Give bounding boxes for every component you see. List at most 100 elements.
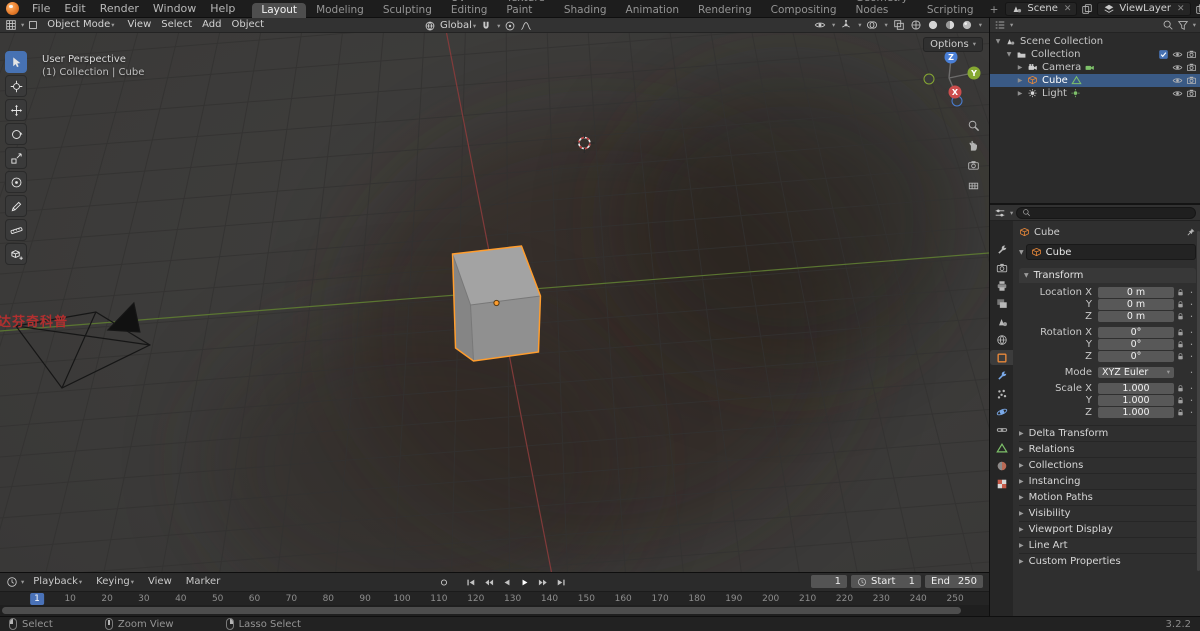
camera-view-icon[interactable] — [967, 159, 980, 172]
new-scene-icon[interactable] — [1081, 3, 1093, 15]
navigation-gizmo[interactable]: Z Y X — [919, 46, 987, 114]
jump-to-start-button[interactable] — [463, 576, 478, 588]
shading-wireframe-icon[interactable] — [910, 19, 922, 31]
search-icon[interactable] — [1162, 19, 1174, 31]
tool-rotate[interactable] — [5, 123, 27, 145]
expand-icon[interactable]: ▼ — [994, 38, 1002, 45]
shading-rendered-icon[interactable] — [961, 19, 973, 31]
outliner-row-collection[interactable]: ▼ Collection — [990, 48, 1200, 61]
animate-dot-icon[interactable]: · — [1187, 327, 1196, 338]
frame-start-field[interactable]: Start 1 — [851, 575, 921, 588]
jump-to-end-button[interactable] — [553, 576, 568, 588]
tool-measure[interactable] — [5, 219, 27, 241]
panel-relations[interactable]: ▶ Relations — [1019, 441, 1196, 457]
outliner-row-camera[interactable]: ▶ Camera — [990, 61, 1200, 74]
unlink-scene-icon[interactable]: ✕ — [1064, 4, 1072, 14]
snap-magnet-icon[interactable] — [480, 20, 492, 32]
properties-tab-view-layer[interactable] — [990, 296, 1013, 311]
transform-y-field[interactable]: 0 m — [1098, 299, 1174, 310]
blender-logo-icon[interactable] — [6, 2, 19, 15]
properties-tab-object[interactable] — [990, 350, 1013, 365]
animate-dot-icon[interactable]: · — [1187, 287, 1196, 298]
animate-dot-icon[interactable]: · — [1187, 407, 1196, 418]
transform-location-x-field[interactable]: 0 m — [1098, 287, 1174, 298]
disable-in-renders-icon[interactable] — [1186, 88, 1197, 99]
view-layer-selector[interactable]: ViewLayer ✕ — [1097, 1, 1191, 16]
hide-in-viewport-eye-icon[interactable] — [1172, 62, 1183, 73]
lock-icon[interactable] — [1174, 408, 1187, 417]
panel-delta-transform[interactable]: ▶ Delta Transform — [1019, 425, 1196, 441]
timeline-menu-view[interactable]: View — [141, 574, 179, 590]
scene-selector[interactable]: Scene ✕ — [1005, 1, 1078, 16]
tool-scale[interactable] — [5, 147, 27, 169]
pan-hand-icon[interactable] — [967, 139, 980, 152]
gizmos-icon[interactable] — [840, 19, 852, 31]
transform-orientation-selector[interactable]: Global▾ — [440, 20, 476, 31]
tool-transform[interactable] — [5, 171, 27, 193]
frame-end-field[interactable]: End 250 — [925, 575, 983, 588]
outliner-row-cube[interactable]: ▶ Cube — [990, 74, 1200, 87]
editor-type-icon[interactable] — [6, 576, 18, 588]
play-backwards-button[interactable] — [499, 576, 514, 588]
workspace-tab-texture-paint[interactable]: Texture Paint — [497, 0, 553, 18]
hide-in-viewport-eye-icon[interactable] — [1172, 75, 1183, 86]
menu-file[interactable]: File — [25, 2, 57, 15]
chevron-down-icon[interactable]: ▾ — [979, 21, 982, 29]
axis-y-negative-ball[interactable] — [923, 73, 935, 85]
properties-tab-constraints[interactable] — [990, 422, 1013, 437]
expand-icon[interactable]: ▼ — [1005, 51, 1013, 58]
properties-tab-world[interactable] — [990, 332, 1013, 347]
workspace-tab-rendering[interactable]: Rendering — [689, 3, 761, 18]
disable-in-renders-icon[interactable] — [1186, 62, 1197, 73]
animate-dot-icon[interactable]: · — [1187, 367, 1196, 378]
viewport-canvas[interactable]: User Perspective (1) Collection | Cube 达… — [0, 33, 989, 572]
lock-icon[interactable] — [1174, 352, 1187, 361]
panel-visibility[interactable]: ▶ Visibility — [1019, 505, 1196, 521]
panel-instancing[interactable]: ▶ Instancing — [1019, 473, 1196, 489]
expand-icon[interactable]: ▼ — [1019, 249, 1024, 256]
panel-viewport-display[interactable]: ▶ Viewport Display — [1019, 521, 1196, 537]
timeline-scrollbar[interactable] — [0, 605, 989, 616]
properties-search-input[interactable] — [1016, 206, 1196, 219]
outliner-row-scene-collection[interactable]: ▼ Scene Collection — [990, 35, 1200, 48]
current-frame-marker[interactable]: 1 — [30, 593, 44, 605]
expand-icon[interactable]: ▶ — [1016, 90, 1024, 97]
jump-to-prev-keyframe-button[interactable] — [481, 576, 496, 588]
lock-icon[interactable] — [1174, 340, 1187, 349]
properties-tab-modifiers[interactable] — [990, 368, 1013, 383]
options-button[interactable]: Options ▾ — [923, 37, 983, 52]
panel-custom-properties[interactable]: ▶ Custom Properties — [1019, 553, 1196, 569]
transform-y-field[interactable]: 1.000 — [1098, 395, 1174, 406]
properties-tab-tool[interactable] — [990, 242, 1013, 257]
transform-scale-x-field[interactable]: 1.000 — [1098, 383, 1174, 394]
panel-collections[interactable]: ▶ Collections — [1019, 457, 1196, 473]
cube-object[interactable] — [451, 245, 542, 362]
lock-icon[interactable] — [1174, 396, 1187, 405]
proportional-edit-icon[interactable] — [504, 20, 516, 32]
editor-type-icon[interactable] — [5, 19, 17, 31]
timeline-menu-marker[interactable]: Marker — [179, 574, 228, 590]
disable-in-renders-icon[interactable] — [1186, 75, 1197, 86]
workspace-tab-scripting[interactable]: Scripting — [918, 3, 983, 18]
tool-cursor[interactable] — [5, 75, 27, 97]
properties-tab-texture[interactable] — [990, 476, 1013, 491]
proportional-falloff-icon[interactable] — [520, 20, 532, 32]
menu-render[interactable]: Render — [93, 2, 146, 15]
transform-mode-select[interactable]: XYZ Euler ▾ — [1098, 367, 1174, 378]
editor-type-icon[interactable] — [994, 207, 1006, 219]
auto-keying-record-icon[interactable] — [436, 576, 451, 588]
tool-move[interactable] — [5, 99, 27, 121]
transform-panel-header[interactable]: ▼ Transform — [1019, 268, 1196, 283]
shading-material-icon[interactable] — [944, 19, 956, 31]
show-object-types-icon[interactable] — [814, 19, 826, 31]
workspace-tab-shading[interactable]: Shading — [555, 3, 616, 18]
hide-in-viewport-eye-icon[interactable] — [1172, 49, 1183, 60]
overlays-icon[interactable] — [866, 19, 878, 31]
disable-in-renders-icon[interactable] — [1186, 49, 1197, 60]
chevron-down-icon[interactable]: ▾ — [832, 21, 835, 29]
zoom-icon[interactable] — [967, 119, 980, 132]
workspace-tab-geometry-nodes[interactable]: Geometry Nodes — [847, 0, 917, 18]
viewport-menu-view[interactable]: View — [123, 19, 157, 30]
animate-dot-icon[interactable]: · — [1187, 395, 1196, 406]
outliner-row-light[interactable]: ▶ Light — [990, 87, 1200, 100]
